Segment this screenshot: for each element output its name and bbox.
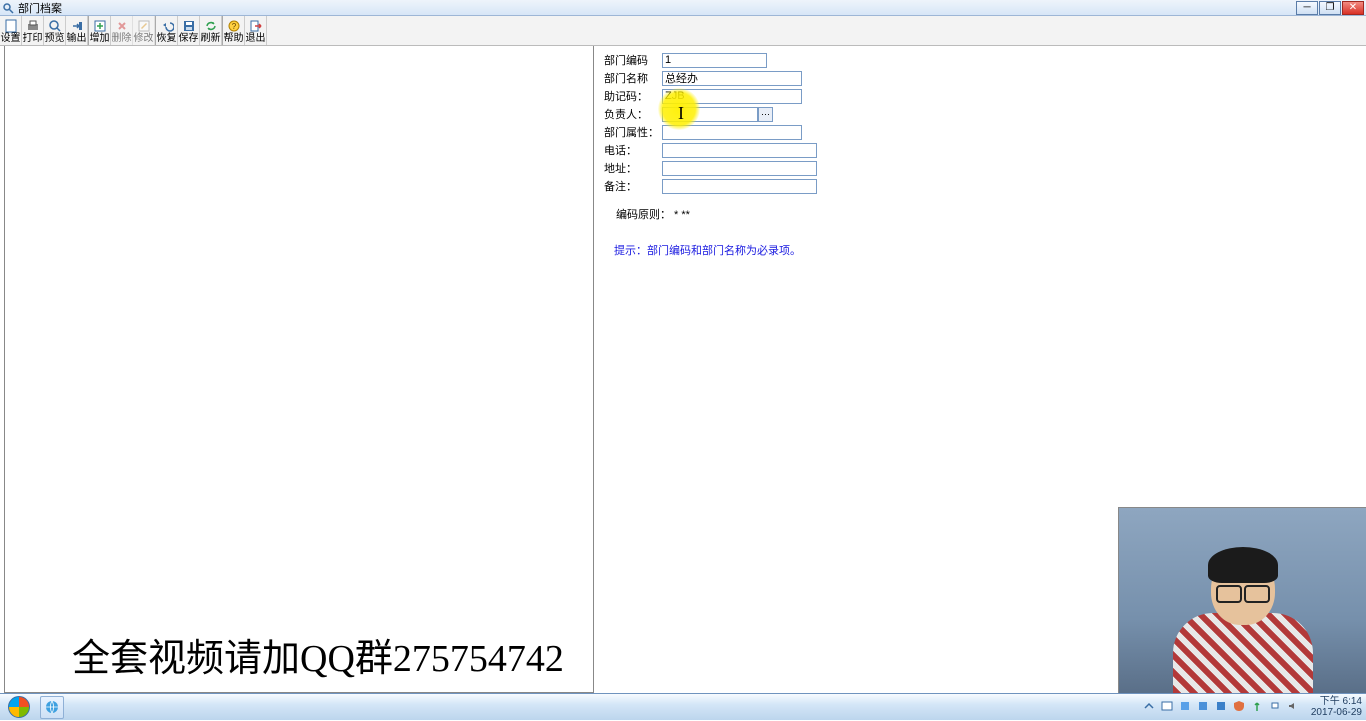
tray-shield-icon[interactable] [1233, 700, 1247, 714]
edit-icon [136, 19, 152, 33]
toolbar-exit-button[interactable]: 退出 [245, 16, 267, 45]
remark-input[interactable] [662, 179, 817, 194]
toolbar-label: 帮助 [224, 33, 244, 44]
manager-input[interactable] [662, 107, 758, 122]
toolbar-label: 输出 [67, 33, 87, 44]
taskbar-clock[interactable]: 下午 6:14 2017-06-29 [1311, 696, 1362, 718]
mnemonic-label: 助记码： [604, 88, 662, 104]
mnemonic-input[interactable] [662, 89, 802, 104]
zoom-icon [47, 19, 63, 33]
toolbar-label: 打印 [23, 33, 43, 44]
manager-lookup-button[interactable]: ⋯ [758, 107, 773, 122]
toolbar-label: 退出 [246, 33, 266, 44]
tray-flag-icon[interactable] [1161, 700, 1175, 714]
tray-usb-icon[interactable] [1251, 700, 1265, 714]
toolbar-label: 删除 [112, 33, 132, 44]
taskbar: 下午 6:14 2017-06-29 [0, 693, 1366, 720]
manager-label: 负责人： [604, 106, 662, 122]
toolbar-label: 恢复 [157, 33, 177, 44]
printer-icon [25, 19, 41, 33]
toolbar-undo-button[interactable]: 恢复 [156, 16, 178, 45]
minimize-button[interactable]: ─ [1296, 1, 1318, 15]
undo-icon [159, 19, 175, 33]
refresh-icon [203, 19, 219, 33]
taskbar-time: 下午 6:14 [1311, 696, 1362, 707]
dept-code-label: 部门编码 [604, 52, 662, 68]
tray-app3-icon[interactable] [1215, 700, 1229, 714]
toolbar-label: 修改 [134, 33, 154, 44]
phone-input[interactable] [662, 143, 817, 158]
add-icon [92, 19, 108, 33]
app-icon [2, 2, 14, 14]
toolbar-label: 增加 [90, 33, 110, 44]
dept-name-input[interactable] [662, 71, 802, 86]
toolbar: 设置打印预览输出增加删除修改恢复保存刷新? 帮助退出 [0, 16, 1366, 46]
watermark-text: 全套视频请加QQ群275754742 [72, 627, 564, 682]
tray-up-icon[interactable] [1143, 700, 1157, 714]
address-input[interactable] [662, 161, 817, 176]
toolbar-page-button[interactable]: 设置 [0, 16, 22, 45]
toolbar-refresh-button[interactable]: 刷新 [200, 16, 222, 45]
start-button[interactable] [0, 694, 38, 721]
help-icon: ? [226, 19, 242, 33]
address-label: 地址： [604, 160, 662, 176]
task-item-browser[interactable] [40, 696, 64, 719]
delete-icon [114, 19, 130, 33]
toolbar-label: 保存 [179, 33, 199, 44]
taskbar-date: 2017-06-29 [1311, 707, 1362, 718]
tree-pane[interactable] [4, 46, 594, 693]
toolbar-label: 预览 [45, 33, 65, 44]
tray-volume-icon[interactable] [1287, 700, 1301, 714]
page-icon [3, 19, 19, 33]
toolbar-save-button[interactable]: 保存 [178, 16, 200, 45]
system-tray: 下午 6:14 2017-06-29 [1143, 696, 1366, 718]
toolbar-label: 设置 [1, 33, 21, 44]
toolbar-export-button[interactable]: 输出 [66, 16, 88, 45]
attribute-label: 部门属性： [604, 124, 662, 140]
toolbar-add-button[interactable]: 增加 [89, 16, 111, 45]
toolbar-label: 刷新 [201, 33, 221, 44]
close-button[interactable]: ✕ [1342, 1, 1364, 15]
toolbar-delete-button: 删除 [111, 16, 133, 45]
toolbar-edit-button: 修改 [133, 16, 155, 45]
exit-icon [248, 19, 264, 33]
svg-text:?: ? [231, 22, 236, 31]
attribute-input[interactable] [662, 125, 802, 140]
dept-name-label: 部门名称 [604, 70, 662, 86]
phone-label: 电话： [604, 142, 662, 158]
save-icon [181, 19, 197, 33]
toolbar-zoom-button[interactable]: 预览 [44, 16, 66, 45]
webcam-overlay [1118, 507, 1366, 693]
toolbar-help-button[interactable]: ? 帮助 [223, 16, 245, 45]
tray-app1-icon[interactable] [1179, 700, 1193, 714]
toolbar-printer-button[interactable]: 打印 [22, 16, 44, 45]
remark-label: 备注： [604, 178, 662, 194]
window-title: 部门档案 [18, 0, 62, 16]
hint-text: 提示：部门编码和部门名称为必录项。 [604, 242, 1356, 258]
dept-code-input[interactable] [662, 53, 767, 68]
tray-network-icon[interactable] [1269, 700, 1283, 714]
tray-app2-icon[interactable] [1197, 700, 1211, 714]
export-icon [69, 19, 85, 33]
maximize-button[interactable]: ❐ [1319, 1, 1341, 15]
encoding-rule: 编码原则： * ** [604, 206, 1356, 222]
title-bar: 部门档案 ─ ❐ ✕ [0, 0, 1366, 16]
